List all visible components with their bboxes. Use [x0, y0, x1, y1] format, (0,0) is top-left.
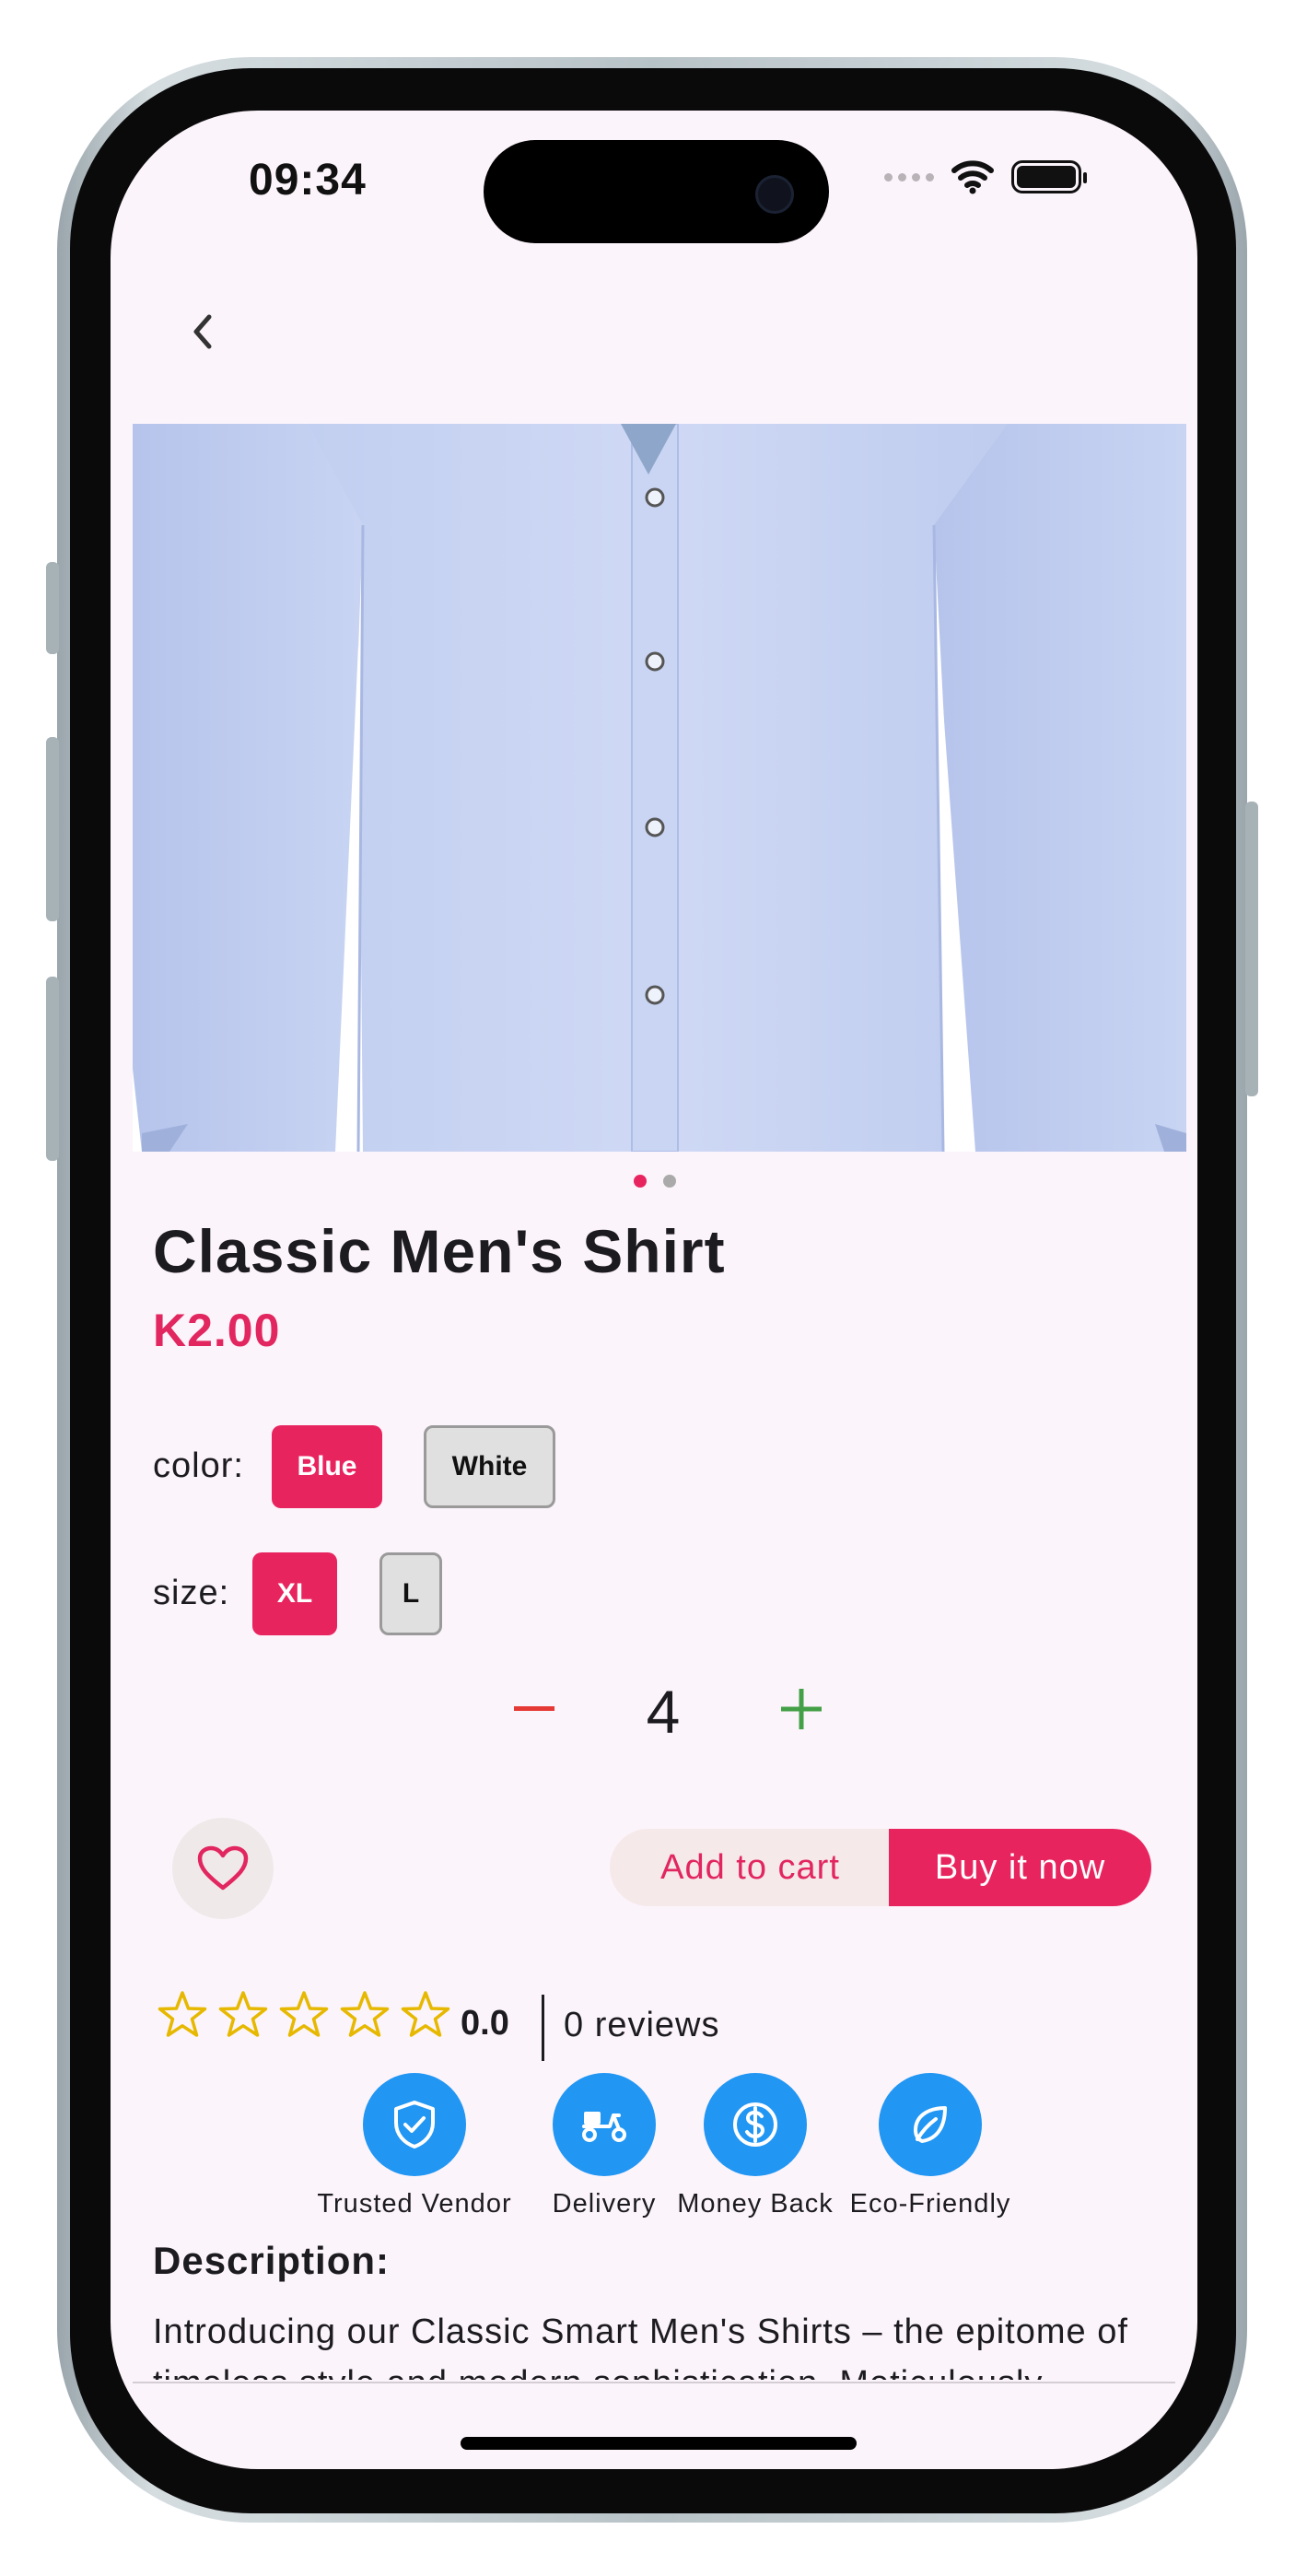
battery-icon: [1011, 160, 1087, 193]
feature-trusted-vendor: Trusted Vendor: [295, 2073, 534, 2219]
signal-icon: [884, 172, 934, 181]
chevron-left-icon: [193, 314, 212, 349]
app-screen: 09:34 Classic Men's Shirt K2.00 color: B…: [111, 111, 1197, 2469]
pager-dot[interactable]: [663, 1175, 676, 1188]
star-icon: [279, 1991, 329, 2037]
favorite-button[interactable]: [172, 1818, 274, 1919]
color-label: color:: [153, 1446, 244, 1485]
buy-now-button[interactable]: Buy it now: [889, 1829, 1151, 1906]
size-option-l[interactable]: L: [379, 1552, 442, 1635]
power-button: [1245, 802, 1258, 1096]
increase-quantity-button[interactable]: [764, 1672, 838, 1746]
description-title: Description:: [153, 2239, 391, 2282]
status-time: 09:34: [249, 156, 367, 205]
feature-money-back: Money Back: [668, 2073, 843, 2219]
heart-icon: [197, 1845, 249, 1891]
status-icons: [884, 157, 1087, 197]
feature-label: Money Back: [677, 2189, 834, 2219]
home-indicator[interactable]: [461, 2437, 857, 2450]
quantity-value: 4: [646, 1678, 681, 1746]
size-option-xl[interactable]: XL: [252, 1552, 337, 1635]
feature-delivery: Delivery: [531, 2073, 678, 2219]
leaf-icon: [914, 2106, 947, 2143]
product-title: Classic Men's Shirt: [153, 1217, 726, 1285]
feature-label: Eco-Friendly: [849, 2189, 1011, 2219]
action-button: [46, 562, 59, 654]
dollar-icon: [733, 2102, 777, 2147]
star-icon: [340, 1991, 390, 2037]
add-to-cart-button[interactable]: Add to cart: [610, 1829, 891, 1906]
volume-down-button: [46, 977, 59, 1161]
reviews-link[interactable]: 0 reviews: [564, 2006, 720, 2045]
minus-icon: [514, 1706, 554, 1711]
size-label: size:: [153, 1574, 230, 1612]
feature-label: Delivery: [552, 2189, 657, 2219]
scooter-icon: [582, 2112, 626, 2142]
back-button[interactable]: [170, 299, 235, 364]
dynamic-island: [484, 140, 829, 243]
rating-divider: [542, 1995, 544, 2061]
shirt-image: [133, 424, 1186, 1152]
plus-icon: [781, 1689, 822, 1729]
rating-value: 0.0: [461, 2004, 509, 2043]
feature-label: Trusted Vendor: [317, 2189, 512, 2219]
star-icon: [218, 1991, 268, 2037]
product-price: K2.00: [153, 1305, 281, 1356]
wifi-icon: [951, 160, 994, 194]
color-option-blue[interactable]: Blue: [272, 1425, 382, 1508]
bottom-divider: [133, 2382, 1175, 2383]
rating-stars: [157, 1990, 451, 2040]
color-option-white[interactable]: White: [424, 1425, 555, 1508]
image-pager: [634, 1175, 676, 1188]
feature-eco-friendly: Eco-Friendly: [834, 2073, 1027, 2219]
pager-dot[interactable]: [634, 1175, 647, 1188]
decrease-quantity-button[interactable]: [497, 1672, 571, 1746]
volume-up-button: [46, 737, 59, 921]
shield-check-icon: [394, 2101, 435, 2149]
product-image[interactable]: [133, 424, 1186, 1152]
star-icon: [158, 1991, 207, 2037]
star-icon: [401, 1991, 450, 2037]
description-text: Introducing our Classic Smart Men's Shir…: [153, 2313, 1128, 2380]
